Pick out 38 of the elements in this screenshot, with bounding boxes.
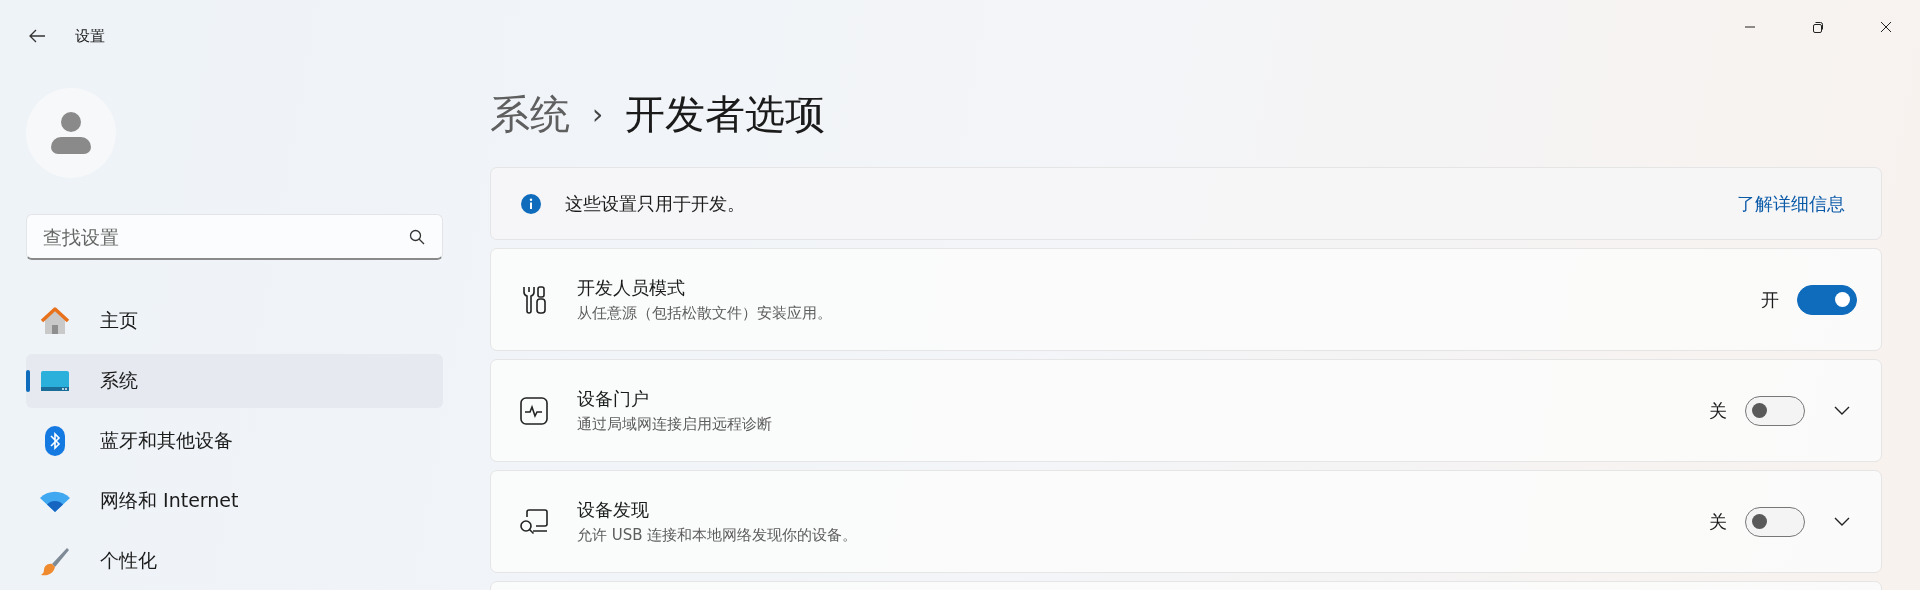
toggle-switch[interactable] [1745,395,1805,426]
sidebar-item[interactable]: 网络和 Internet [26,474,443,528]
sidebar-item[interactable]: 个性化 [26,534,443,588]
toggle-switch[interactable] [1797,284,1857,315]
toggle-state-label: 关 [1709,509,1727,534]
setting-description: 从任意源（包括松散文件）安装应用。 [577,304,832,323]
breadcrumb-separator: › [592,97,604,131]
setting-description: 通过局域网连接启用远程诊断 [577,415,772,434]
wrench-screwdriver-icon [521,284,547,315]
search-field[interactable]: 查找设置 [26,214,443,260]
setting-title: 设备发现 [577,498,650,522]
setting-title: 设备门户 [577,387,650,411]
info-icon [521,193,541,214]
sidebar-item[interactable]: 系统 [26,354,443,408]
sidebar-item[interactable]: 主页 [26,294,443,348]
toggle-state-label: 关 [1709,398,1727,423]
learn-more-link[interactable]: 了解详细信息 [1737,191,1845,216]
window-title: 设置 [75,26,105,46]
setting-description: 允许 USB 连接和本地网络发现你的设备。 [577,526,858,545]
breadcrumb-link[interactable]: 系统 [490,86,570,142]
info-text: 这些设置只用于开发。 [565,191,745,216]
setting-title: 开发人员模式 [577,276,686,300]
sidebar-item[interactable]: 蓝牙和其他设备 [26,414,443,468]
paintbrush-icon [40,546,70,576]
toggle-state-label: 开 [1761,287,1779,312]
chevron-down-icon [1834,405,1850,416]
close-icon [1880,21,1892,33]
page-title: 开发者选项 [625,89,826,139]
restore-icon [1812,21,1824,33]
wifi-icon [40,490,70,512]
monitor-icon [40,370,70,392]
screen-search-icon [519,507,549,536]
chevron-down-icon [1834,516,1850,527]
house-icon [40,307,70,335]
back-arrow-icon [28,28,46,44]
toggle-switch[interactable] [1745,506,1805,537]
activity-monitor-icon [520,396,548,425]
search-icon [409,229,425,245]
